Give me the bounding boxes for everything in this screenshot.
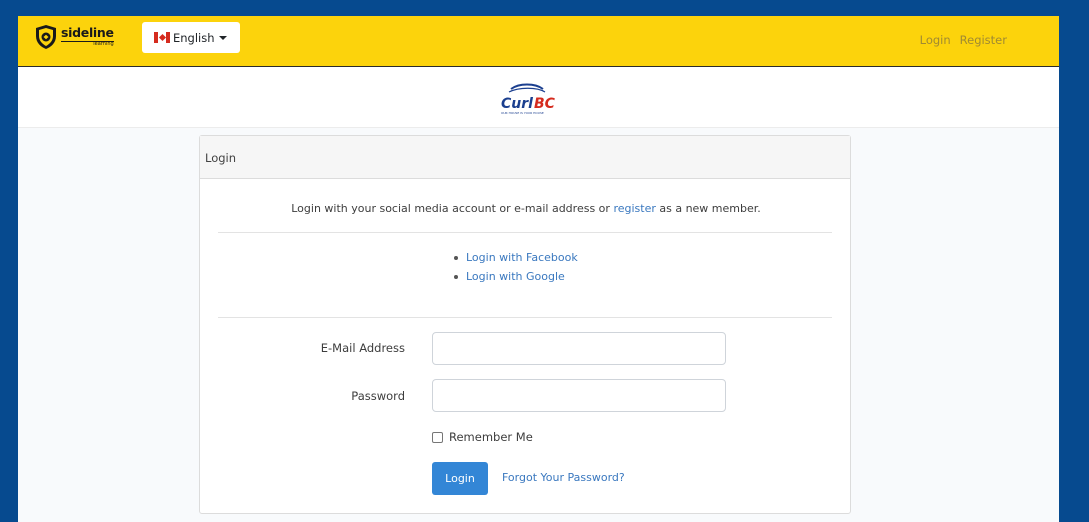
org-logo-band: Curl BC OUR HOUSE IS YOUR HOUSE <box>18 67 1059 128</box>
svg-text:Curl: Curl <box>501 96 533 112</box>
login-intro-text: Login with your social media account or … <box>200 202 852 215</box>
card-header: Login <box>200 136 850 179</box>
list-item: Login with Facebook <box>454 248 578 267</box>
language-label: English <box>173 30 215 45</box>
remember-me-label[interactable]: Remember Me <box>449 430 533 444</box>
brand-subtitle: learning <box>61 40 114 47</box>
language-dropdown[interactable]: English <box>142 22 240 53</box>
password-field[interactable] <box>432 379 726 412</box>
bullet-icon <box>454 255 458 260</box>
login-google-link[interactable]: Login with Google <box>466 270 565 283</box>
login-card: Login Login with your social media accou… <box>199 135 851 514</box>
page: sideline learning English Login Register… <box>18 16 1059 522</box>
canada-flag-icon <box>154 32 170 43</box>
register-link[interactable]: register <box>613 202 655 215</box>
intro-text-before: Login with your social media account or … <box>291 202 610 215</box>
remember-me-checkbox[interactable] <box>432 431 443 443</box>
login-facebook-link[interactable]: Login with Facebook <box>466 251 578 264</box>
svg-text:OUR HOUSE IS YOUR HOUSE: OUR HOUSE IS YOUR HOUSE <box>501 111 544 115</box>
remember-me: Remember Me <box>432 430 533 444</box>
divider <box>218 232 832 233</box>
social-login-list: Login with Facebook Login with Google <box>454 248 578 286</box>
curl-bc-logo: Curl BC OUR HOUSE IS YOUR HOUSE <box>501 83 556 115</box>
top-navbar: sideline learning English Login Register <box>18 16 1059 67</box>
email-label: E-Mail Address <box>320 341 405 355</box>
login-button[interactable]: Login <box>432 462 488 495</box>
nav-login-link[interactable]: Login <box>920 33 951 47</box>
brand-name: sideline <box>61 25 114 41</box>
intro-text-after: as a new member. <box>659 202 761 215</box>
bullet-icon <box>454 274 458 279</box>
nav-register-link[interactable]: Register <box>960 33 1007 47</box>
sideline-logo[interactable]: sideline learning <box>34 24 114 50</box>
divider <box>218 317 832 318</box>
card-title: Login <box>205 151 237 165</box>
shield-logo-icon <box>36 25 56 49</box>
nav-links: Login Register <box>920 33 1007 47</box>
list-item: Login with Google <box>454 267 578 286</box>
forgot-password-link[interactable]: Forgot Your Password? <box>502 471 625 484</box>
svg-text:BC: BC <box>534 96 556 112</box>
caret-down-icon <box>218 35 227 40</box>
email-field[interactable] <box>432 332 726 365</box>
password-label: Password <box>351 389 405 403</box>
